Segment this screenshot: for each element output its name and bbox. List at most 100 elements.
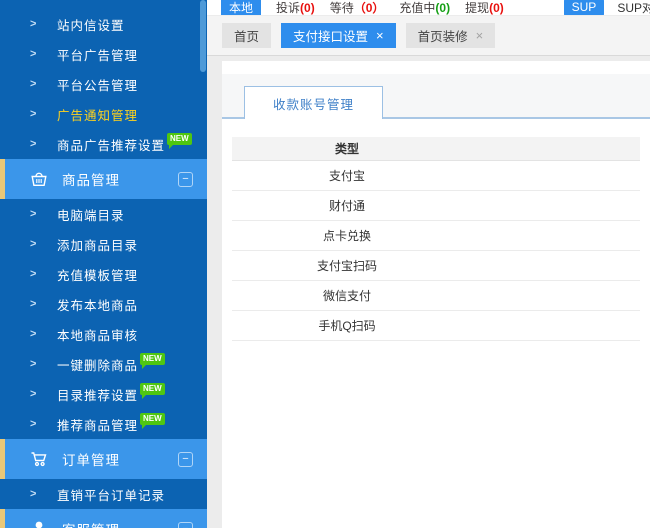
tab-label: 首页装修 [418, 26, 468, 45]
chevron-right-icon: > [30, 358, 42, 370]
column-header-type: 类型 [232, 140, 462, 157]
sidebar-scrollbar[interactable] [200, 0, 206, 72]
chevron-right-icon: > [30, 388, 42, 400]
chevron-right-icon: > [30, 108, 42, 120]
sidebar-menu: > 站内信设置 > 平台广告管理 > 平台公告管理 > 广告通知管理 [0, 0, 207, 528]
sidebar-item[interactable]: > 广告通知管理 [0, 99, 207, 129]
chevron-right-icon: > [30, 78, 42, 90]
table-row[interactable]: 支付宝 [232, 161, 640, 191]
sup-button[interactable]: SUP [564, 0, 605, 16]
sidebar-item-label: 添加商品目录 [57, 235, 138, 254]
payment-type-cell: 支付宝 [232, 167, 462, 184]
close-icon[interactable]: × [376, 28, 384, 43]
sidebar-item-label: 广告通知管理 [57, 105, 138, 124]
sidebar-item-label: 平台广告管理 [57, 45, 138, 64]
payment-type-cell: 点卡兑换 [232, 227, 462, 244]
table-row[interactable]: 微信支付 [232, 281, 640, 311]
table-row[interactable]: 点卡兑换 [232, 221, 640, 251]
tab-label: 支付接口设置 [293, 26, 368, 45]
new-badge: NEW [140, 353, 165, 365]
chevron-right-icon: > [30, 208, 42, 220]
cart-icon [29, 449, 49, 469]
sidebar-item[interactable]: > 一键删除商品 NEW [0, 349, 207, 379]
sidebar-item[interactable]: > 充值模板管理 [0, 259, 207, 289]
new-badge: NEW [167, 133, 192, 145]
sidebar-section-header[interactable]: 商品管理 − [0, 159, 207, 199]
chevron-right-icon: > [30, 138, 42, 150]
page-tab[interactable]: 首页 [222, 23, 271, 48]
sidebar-section-header[interactable]: 客服管理 − [0, 509, 207, 528]
sidebar-item[interactable]: > 目录推荐设置 NEW [0, 379, 207, 409]
sidebar-item[interactable]: > 平台公告管理 [0, 69, 207, 99]
close-icon[interactable]: × [476, 28, 484, 43]
sup-link[interactable]: SUP对接 [617, 0, 650, 16]
sidebar-item-label: 平台公告管理 [57, 75, 138, 94]
payment-type-cell: 手机Q扫码 [232, 317, 462, 334]
stat-count: (0) [435, 1, 450, 15]
chevron-right-icon: > [30, 18, 42, 30]
stat-count: (0) [300, 1, 315, 15]
sidebar-item[interactable]: > 直销平台订单记录 [0, 479, 207, 509]
table-header-row: 类型 [232, 137, 640, 161]
navbar-right: SUP SUP对接 [564, 0, 650, 16]
section-label: 客服管理 [62, 519, 178, 528]
stat-label: 等待 [330, 1, 354, 15]
section-label: 商品管理 [62, 169, 178, 189]
sidebar-item-label: 本地商品审核 [57, 325, 138, 344]
section-label: 订单管理 [62, 449, 178, 469]
payment-panel: 收款账号管理 类型 支付宝 财付通 [222, 61, 650, 528]
sidebar-item-label: 直销平台订单记录 [57, 485, 165, 504]
sidebar-item[interactable]: > 推荐商品管理 NEW [0, 409, 207, 439]
sidebar-section-header[interactable]: 订单管理 − [0, 439, 207, 479]
top-navbar: 本地 投诉(0) 等待（0） 充值中(0) 提现(0) SUP [207, 0, 650, 16]
sidebar-item-label: 充值模板管理 [57, 265, 138, 284]
tab-bar: 首页 支付接口设置 × 首页装修 × [207, 16, 650, 56]
navbar-stat[interactable]: 提现(0) [465, 0, 504, 16]
sidebar-item-label: 电脑端目录 [57, 205, 125, 224]
main-area: 本地 投诉(0) 等待（0） 充值中(0) 提现(0) SUP [207, 0, 650, 528]
table-row[interactable]: 财付通 [232, 191, 640, 221]
sidebar-item[interactable]: > 添加商品目录 [0, 229, 207, 259]
chevron-right-icon: > [30, 48, 42, 60]
sidebar-item[interactable]: > 平台广告管理 [0, 39, 207, 69]
navbar-stats: 投诉(0) 等待（0） 充值中(0) 提现(0) [276, 0, 504, 16]
navbar-stat[interactable]: 投诉(0) [276, 0, 315, 16]
collapse-minus-icon[interactable]: − [178, 522, 193, 528]
sidebar-item[interactable]: > 商品广告推荐设置 NEW [0, 129, 207, 159]
sidebar-item-label: 发布本地商品 [57, 295, 138, 314]
sidebar-item-label: 推荐商品管理 [57, 415, 138, 434]
new-badge: NEW [140, 383, 165, 395]
table-body: 支付宝 财付通 点卡兑换 支付宝扫码 [232, 161, 640, 341]
navbar-stat[interactable]: 充值中(0) [399, 0, 450, 16]
sidebar-item[interactable]: > 本地商品审核 [0, 319, 207, 349]
panel-tab-strip: 收款账号管理 [222, 74, 650, 119]
chevron-right-icon: > [30, 488, 42, 500]
collapse-minus-icon[interactable]: − [178, 172, 193, 187]
chevron-right-icon: > [30, 298, 42, 310]
sidebar-item[interactable]: > 发布本地商品 [0, 289, 207, 319]
sidebar-item-label: 一键删除商品 [57, 355, 138, 374]
payment-type-table: 类型 支付宝 财付通 点卡兑换 [232, 137, 640, 341]
tab-collection-accounts[interactable]: 收款账号管理 [244, 86, 383, 119]
table-row[interactable]: 支付宝扫码 [232, 251, 640, 281]
basket-icon [29, 169, 49, 189]
table-row[interactable]: 手机Q扫码 [232, 311, 640, 341]
stat-count: （0） [354, 1, 385, 15]
stat-label: 提现 [465, 1, 489, 15]
chevron-right-icon: > [30, 328, 42, 340]
sidebar-item-label: 商品广告推荐设置 [57, 135, 165, 154]
new-badge: NEW [140, 413, 165, 425]
payment-type-cell: 财付通 [232, 197, 462, 214]
stat-count: (0) [489, 1, 504, 15]
collapse-minus-icon[interactable]: − [178, 452, 193, 467]
local-button[interactable]: 本地 [221, 0, 261, 16]
navbar-stat[interactable]: 等待（0） [330, 0, 385, 16]
page-tab[interactable]: 支付接口设置 × [281, 23, 396, 48]
sidebar-item[interactable]: > 电脑端目录 [0, 199, 207, 229]
payment-type-cell: 微信支付 [232, 287, 462, 304]
sidebar-item-label: 目录推荐设置 [57, 385, 138, 404]
stat-label: 投诉 [276, 1, 300, 15]
person-icon [29, 519, 49, 528]
sidebar-item[interactable]: > 站内信设置 [0, 9, 207, 39]
page-tab[interactable]: 首页装修 × [406, 23, 496, 48]
